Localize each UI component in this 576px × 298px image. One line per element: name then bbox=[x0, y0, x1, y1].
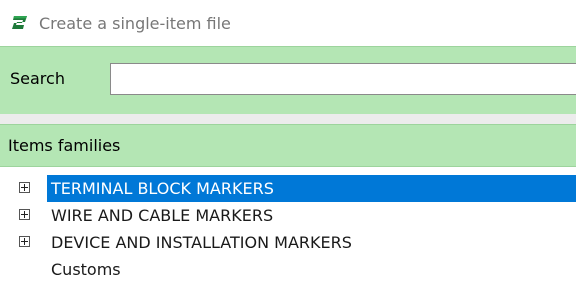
search-panel: Search bbox=[0, 46, 576, 114]
expand-plus-icon[interactable] bbox=[19, 182, 30, 193]
tree-item-label[interactable]: WIRE AND CABLE MARKERS bbox=[47, 202, 273, 229]
search-input[interactable] bbox=[110, 63, 576, 95]
app-logo-icon bbox=[9, 13, 31, 33]
tree-item-wire-and-cable-markers[interactable]: WIRE AND CABLE MARKERS bbox=[0, 202, 576, 229]
tree-item-label[interactable]: TERMINAL BLOCK MARKERS bbox=[47, 175, 576, 202]
tree-item-device-and-installation-markers[interactable]: DEVICE AND INSTALLATION MARKERS bbox=[0, 229, 576, 256]
families-tree: TERMINAL BLOCK MARKERS WIRE AND CABLE MA… bbox=[0, 175, 576, 283]
items-families-label: Items families bbox=[8, 136, 121, 155]
app-window: Create a single-item file Search Items f… bbox=[0, 0, 576, 298]
tree-item-customs[interactable]: Customs bbox=[0, 256, 576, 283]
panel-divider bbox=[0, 114, 576, 124]
title-bar: Create a single-item file bbox=[0, 0, 576, 46]
tree-item-label[interactable]: DEVICE AND INSTALLATION MARKERS bbox=[47, 229, 352, 256]
tree-item-terminal-block-markers[interactable]: TERMINAL BLOCK MARKERS bbox=[0, 175, 576, 202]
tree-item-label[interactable]: Customs bbox=[47, 256, 121, 283]
items-families-header: Items families bbox=[0, 124, 576, 167]
search-label: Search bbox=[10, 69, 65, 88]
window-title: Create a single-item file bbox=[39, 13, 231, 33]
expand-plus-icon[interactable] bbox=[19, 209, 30, 220]
expand-plus-icon[interactable] bbox=[19, 236, 30, 247]
